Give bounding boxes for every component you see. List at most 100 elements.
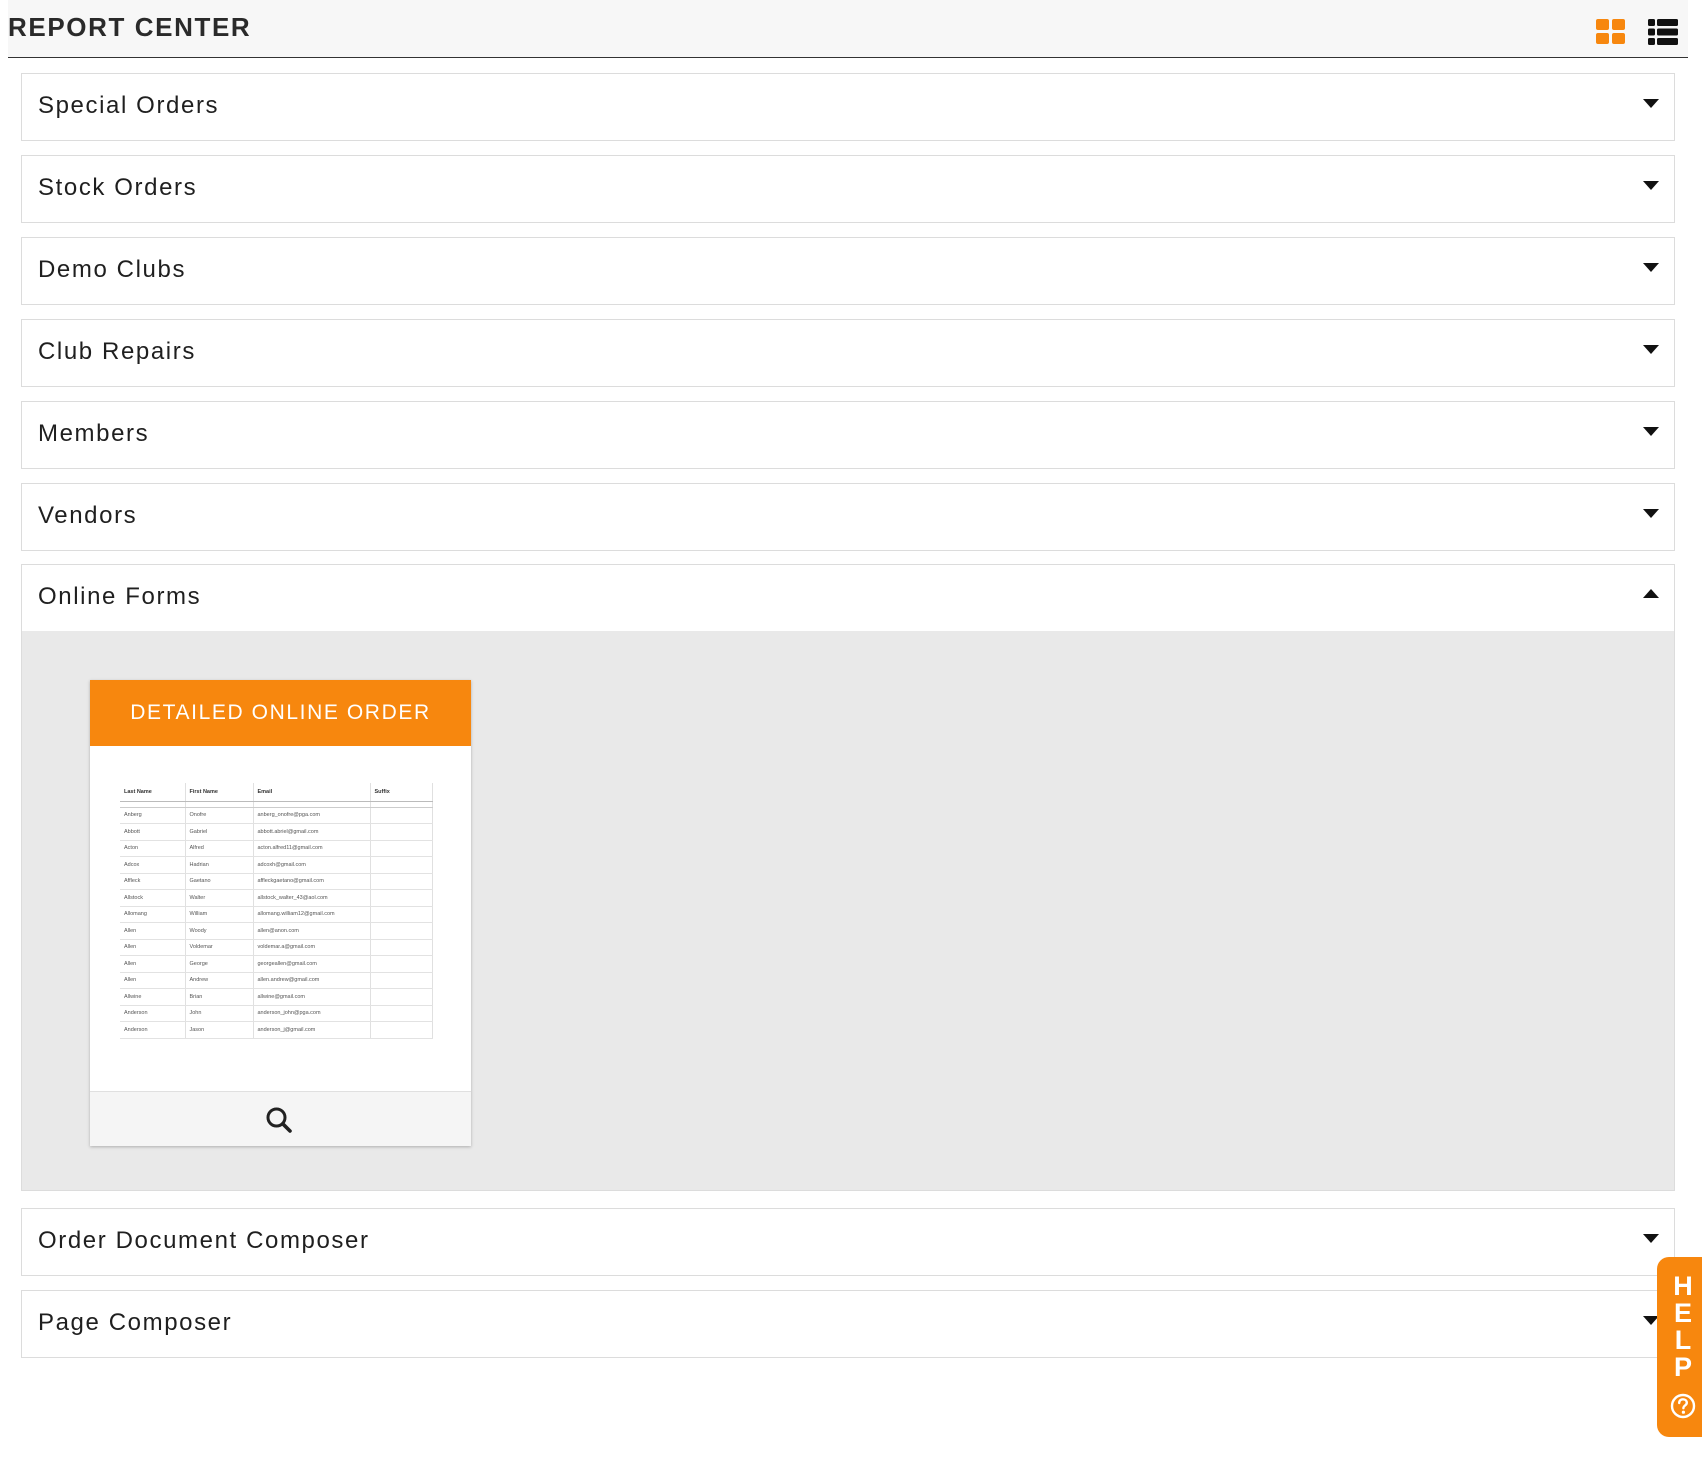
search-icon (266, 1107, 292, 1133)
table-row: Anberg Onofre anberg_onofre@pga.com (120, 807, 433, 824)
help-letter: H (1673, 1271, 1693, 1301)
table-cell: Anderson (120, 1021, 186, 1039)
accordion-label: Vendors (38, 502, 138, 529)
help-letter: E (1673, 1298, 1692, 1328)
table-cell: allen@anon.com (253, 922, 371, 940)
accordion-label: Members (38, 420, 150, 447)
column-header: Suffix (370, 783, 433, 802)
caret-down-icon (1643, 1234, 1659, 1243)
accordion-stock-orders[interactable]: Stock Orders (21, 155, 1675, 223)
accordion-label: Stock Orders (38, 174, 198, 201)
table-cell: georgeallen@gmail.com (253, 955, 371, 973)
table-cell: adcoxh@gmail.com (253, 856, 371, 874)
table-cell: Brian (185, 988, 254, 1006)
caret-down-icon (1643, 345, 1659, 354)
table-cell: Walter (185, 889, 254, 907)
accordion-online-forms[interactable]: Online Forms (21, 564, 1675, 632)
table-cell: Allen (120, 972, 186, 989)
table-cell (370, 955, 433, 973)
caret-down-icon (1643, 263, 1659, 272)
table-cell: allen.andrew@gmail.com (253, 972, 371, 989)
caret-down-icon (1643, 427, 1659, 436)
table-cell (370, 906, 433, 923)
table-cell: Alfred (185, 840, 254, 857)
thumbnail-table: Last Name First Name Email Suffix Anberg… (120, 783, 433, 1039)
table-cell (370, 807, 433, 824)
accordion-label: Page Composer (38, 1309, 233, 1336)
table-cell: voldemar.a@gmail.com (253, 939, 371, 956)
table-cell (370, 856, 433, 874)
caret-up-icon (1643, 589, 1659, 598)
online-forms-panel: DETAILED ONLINE ORDER Last Name First Na… (21, 631, 1675, 1191)
column-header: First Name (185, 783, 254, 802)
table-cell: Gabriel (185, 823, 254, 841)
table-cell: allstock_walter_43@aol.com (253, 889, 371, 907)
accordion-special-orders[interactable]: Special Orders (21, 73, 1675, 141)
table-cell (370, 840, 433, 857)
table-cell: Hadrian (185, 856, 254, 874)
table-cell (370, 889, 433, 907)
report-thumbnail: Last Name First Name Email Suffix Anberg… (120, 783, 433, 1039)
table-cell: Andrew (185, 972, 254, 989)
table-row: Allen Woody allen@anon.com (120, 922, 433, 940)
report-card: DETAILED ONLINE ORDER Last Name First Na… (90, 680, 471, 1146)
help-letter: L (1674, 1325, 1692, 1355)
accordion-label: Order Document Composer (38, 1227, 370, 1254)
table-row: Allstock Walter allstock_walter_43@aol.c… (120, 889, 433, 907)
table-cell (370, 988, 433, 1006)
accordion-order-document-composer[interactable]: Order Document Composer (21, 1208, 1675, 1276)
accordion-vendors[interactable]: Vendors (21, 483, 1675, 551)
table-cell: allwine@gmail.com (253, 988, 371, 1006)
table-cell (370, 972, 433, 989)
table-cell: Voldemar (185, 939, 254, 956)
accordion-demo-clubs[interactable]: Demo Clubs (21, 237, 1675, 305)
accordion-label: Club Repairs (38, 338, 196, 365)
report-card-title[interactable]: DETAILED ONLINE ORDER (90, 680, 471, 746)
preview-button[interactable] (90, 1091, 471, 1146)
accordion-club-repairs[interactable]: Club Repairs (21, 319, 1675, 387)
table-cell (370, 873, 433, 890)
caret-down-icon (1643, 181, 1659, 190)
table-row: Abbott Gabriel abbott.abriel@gmail.com (120, 823, 433, 841)
table-cell (370, 922, 433, 940)
accordion-page-composer[interactable]: Page Composer (21, 1290, 1675, 1358)
help-tab[interactable]: H E L P (1657, 1257, 1702, 1437)
table-cell: acton.alfred11@gmail.com (253, 840, 371, 857)
caret-down-icon (1643, 99, 1659, 108)
page-header: REPORT CENTER (8, 0, 1688, 58)
table-cell: Allen (120, 922, 186, 940)
accordion-members[interactable]: Members (21, 401, 1675, 469)
table-cell: Anberg (120, 807, 186, 824)
list-view-icon[interactable] (1648, 19, 1678, 45)
table-cell: anberg_onofre@pga.com (253, 807, 371, 824)
table-cell: Allstock (120, 889, 186, 907)
table-cell: anderson_john@pga.com (253, 1005, 371, 1022)
table-header-row: Last Name First Name Email Suffix (120, 783, 433, 802)
table-cell: John (185, 1005, 254, 1022)
table-cell: Allen (120, 955, 186, 973)
table-cell: affleckgaetano@gmail.com (253, 873, 371, 890)
table-cell: allomang.william12@gmail.com (253, 906, 371, 923)
table-cell (370, 823, 433, 841)
table-cell: Acton (120, 840, 186, 857)
table-row: Anderson John anderson_john@pga.com (120, 1005, 433, 1022)
table-row: Affleck Gaetano affleckgaetano@gmail.com (120, 873, 433, 890)
table-row: Anderson Jason anderson_j@gmail.com (120, 1021, 433, 1039)
table-cell: Onofre (185, 807, 254, 824)
table-cell: Affleck (120, 873, 186, 890)
table-cell: Jason (185, 1021, 254, 1039)
report-center-page: REPORT CENTER Special Orders Stock Order… (8, 0, 1688, 1462)
table-row: Allen Andrew allen.andrew@gmail.com (120, 972, 433, 989)
accordion-label: Online Forms (38, 583, 202, 610)
table-cell: Gaetano (185, 873, 254, 890)
table-cell: anderson_j@gmail.com (253, 1021, 371, 1039)
table-cell (370, 1021, 433, 1039)
accordion-label: Special Orders (38, 92, 220, 119)
table-row: Allen George georgeallen@gmail.com (120, 955, 433, 973)
question-circle-icon (1670, 1393, 1696, 1419)
table-cell (370, 939, 433, 956)
table-cell: Anderson (120, 1005, 186, 1022)
table-cell: Abbott (120, 823, 186, 841)
grid-view-icon[interactable] (1596, 19, 1626, 45)
table-cell: abbott.abriel@gmail.com (253, 823, 371, 841)
